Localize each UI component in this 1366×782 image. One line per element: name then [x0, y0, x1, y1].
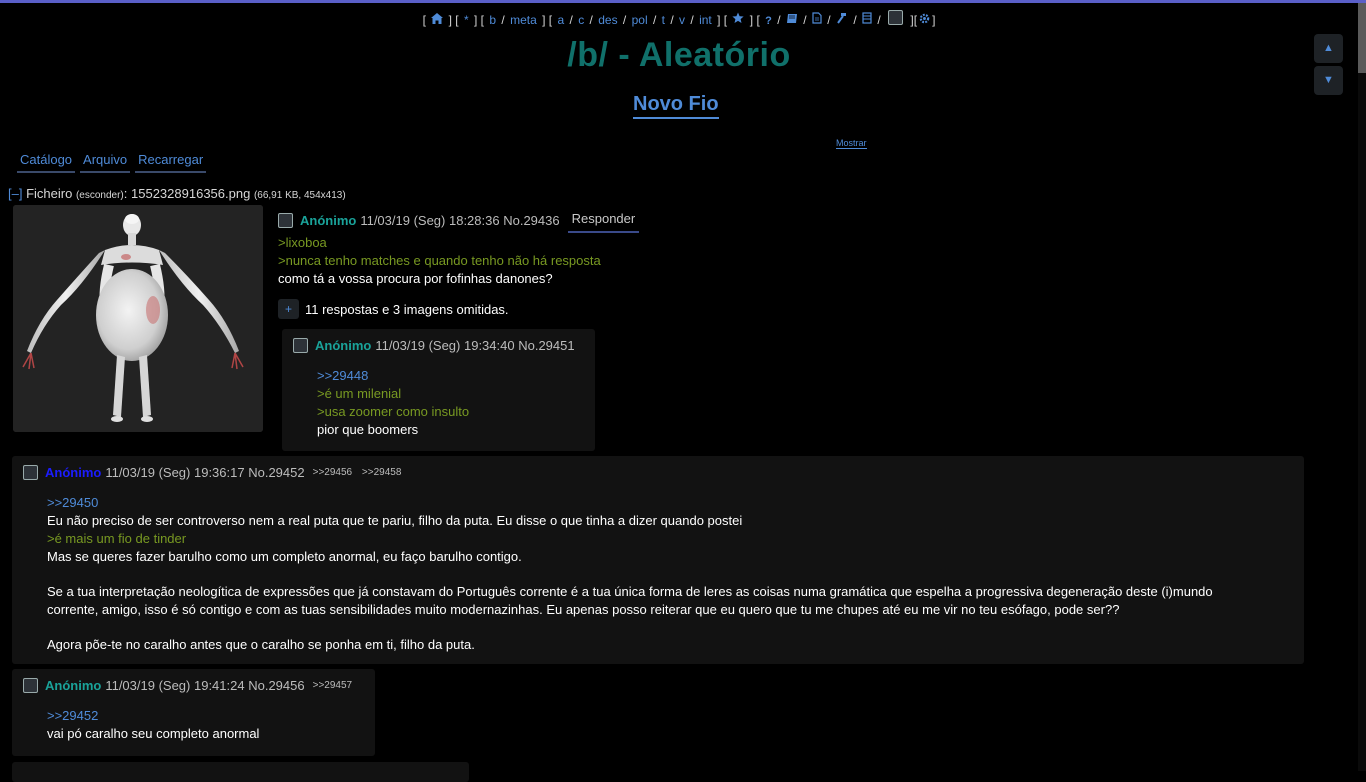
reply-button[interactable]: Responder: [567, 208, 640, 233]
backlinks: >>29457: [313, 680, 360, 691]
reply-body: >>29450 Eu não preciso de ser controvers…: [47, 494, 1287, 654]
expand-thread-button[interactable]: +: [278, 299, 299, 319]
hammer-icon[interactable]: [836, 12, 848, 27]
scrollbar-track[interactable]: [1358, 3, 1366, 771]
greentext-line: >é um milenial: [317, 386, 402, 401]
backlink[interactable]: >>29457: [313, 680, 353, 691]
op-select-checkbox[interactable]: [278, 213, 293, 228]
scrollbar-thumb[interactable]: [1358, 3, 1366, 73]
greentext-line: >lixoboa: [278, 235, 327, 250]
post-text-line: como tá a vossa procura por fofinhas dan…: [278, 271, 553, 286]
collapse-toggle[interactable]: [–]: [8, 186, 22, 201]
board-title: /b/ - Aleatório: [567, 36, 791, 74]
post-date: 11/03/19 (Seg) 19:41:24: [105, 678, 245, 693]
board-link-all[interactable]: *: [464, 13, 469, 27]
board-link-des[interactable]: des: [598, 13, 617, 27]
file-details: (66,91 KB, 454x413): [253, 190, 346, 201]
tab-catalog[interactable]: Catálogo: [17, 150, 76, 173]
quote-link[interactable]: >>29452: [47, 707, 259, 725]
post-text-line: Agora põe-te no caralho antes que o cara…: [47, 637, 475, 652]
post-date: 11/03/19 (Seg) 19:36:17: [105, 465, 245, 480]
post-text-line: Se a tua interpretação neologítica de ex…: [47, 584, 1213, 599]
poster-name: Anónimo: [45, 465, 102, 480]
post-text-line: vai pó caralho seu completo anormal: [47, 726, 260, 741]
book-icon[interactable]: [786, 13, 798, 27]
new-thread-link[interactable]: Novo Fio: [633, 93, 719, 119]
reply-select-checkbox[interactable]: [23, 678, 38, 693]
post-number[interactable]: No.29452: [248, 465, 304, 480]
tab-archive[interactable]: Arquivo: [80, 150, 131, 173]
reply-body: >>29452 vai pó caralho seu completo anor…: [47, 707, 259, 743]
post-date: 11/03/19 (Seg) 19:34:40: [375, 338, 515, 353]
poster-name: Anónimo: [45, 678, 102, 693]
star-icon[interactable]: [732, 12, 745, 27]
quote-link[interactable]: >>29450: [47, 494, 1287, 512]
reply-header: Anónimo 11/03/19 (Seg) 19:34:40 No.29451: [293, 338, 575, 353]
backlinks: >>29456 >>29458: [313, 467, 409, 478]
reply-header: Anónimo 11/03/19 (Seg) 19:36:17 No.29452…: [23, 465, 408, 480]
scroll-bottom-button[interactable]: ▼: [1314, 66, 1343, 95]
file-label: Ficheiro: [26, 186, 73, 201]
board-link-v[interactable]: v: [679, 13, 685, 27]
line-break: [47, 619, 1287, 636]
file-name[interactable]: 1552328916356.png: [131, 186, 250, 201]
post-text-line: pior que boomers: [317, 422, 419, 437]
reply-body: >>29448 >é um milenial >usa zoomer como …: [317, 367, 469, 439]
board-link-int[interactable]: int: [699, 13, 712, 27]
post-number[interactable]: No.29451: [518, 338, 574, 353]
toggle-checkbox[interactable]: [888, 10, 904, 25]
gear-icon[interactable]: [919, 13, 930, 27]
file-info: [–] Ficheiro (esconder): 1552328916356.p…: [8, 186, 346, 201]
op-image[interactable]: [13, 205, 263, 432]
omitted-text: 11 respostas e 3 imagens omitidas.: [305, 301, 509, 317]
board-link-t[interactable]: t: [662, 13, 665, 27]
document-icon[interactable]: [812, 12, 822, 27]
poster-name: Anónimo: [300, 213, 357, 228]
board-list: [ ] [ * ] [ b / meta ] [ a / c / des / p…: [0, 10, 1358, 27]
post-text-line: Eu não preciso de ser controverso nem a …: [47, 513, 743, 528]
reply-post: Anónimo 11/03/19 (Seg) 19:34:40 No.29451…: [282, 329, 595, 451]
thread-tabs: Catálogo Arquivo Recarregar: [17, 150, 207, 173]
hide-file-link[interactable]: (esconder): [76, 190, 124, 201]
line-break: [47, 566, 1287, 583]
board-link-c[interactable]: c: [578, 13, 584, 27]
backlink[interactable]: >>29458: [362, 467, 402, 478]
reply-select-checkbox[interactable]: [293, 338, 308, 353]
post-number[interactable]: No.29436: [503, 213, 559, 228]
post-date: 11/03/19 (Seg) 18:28:36: [360, 213, 500, 228]
archive-icon[interactable]: [862, 12, 872, 27]
op-body: >lixoboa >nunca tenho matches e quando t…: [278, 234, 601, 288]
reply-post-partial: [12, 762, 469, 782]
show-link[interactable]: Mostrar: [836, 138, 867, 149]
op-header: Anónimo 11/03/19 (Seg) 18:28:36 No.29436…: [278, 208, 640, 233]
scroll-top-button[interactable]: ▲: [1314, 34, 1343, 63]
poster-name: Anónimo: [315, 338, 372, 353]
backlink[interactable]: >>29456: [313, 467, 353, 478]
omitted-posts: + 11 respostas e 3 imagens omitidas.: [278, 299, 509, 319]
reply-post: Anónimo 11/03/19 (Seg) 19:41:24 No.29456…: [12, 669, 375, 756]
board-link-pol[interactable]: pol: [632, 13, 648, 27]
post-text-line: Mas se queres fazer barulho como um comp…: [47, 549, 522, 564]
board-link-a[interactable]: a: [557, 13, 564, 27]
help-icon[interactable]: ?: [765, 15, 772, 27]
home-icon[interactable]: [431, 13, 444, 27]
reply-post: Anónimo 11/03/19 (Seg) 19:36:17 No.29452…: [12, 456, 1304, 664]
tab-reload[interactable]: Recarregar: [135, 150, 207, 173]
reply-select-checkbox[interactable]: [23, 465, 38, 480]
greentext-line: >é mais um fio de tinder: [47, 531, 187, 546]
post-number[interactable]: No.29456: [248, 678, 304, 693]
board-link-b[interactable]: b: [489, 13, 496, 27]
board-link-meta[interactable]: meta: [510, 13, 537, 27]
reply-header: Anónimo 11/03/19 (Seg) 19:41:24 No.29456…: [23, 678, 359, 693]
quote-link[interactable]: >>29448: [317, 367, 469, 385]
greentext-line: >nunca tenho matches e quando tenho não …: [278, 253, 601, 268]
post-text-line: corrente, amigo, isso é só contigo e com…: [47, 602, 1120, 617]
greentext-line: >usa zoomer como insulto: [317, 404, 470, 419]
